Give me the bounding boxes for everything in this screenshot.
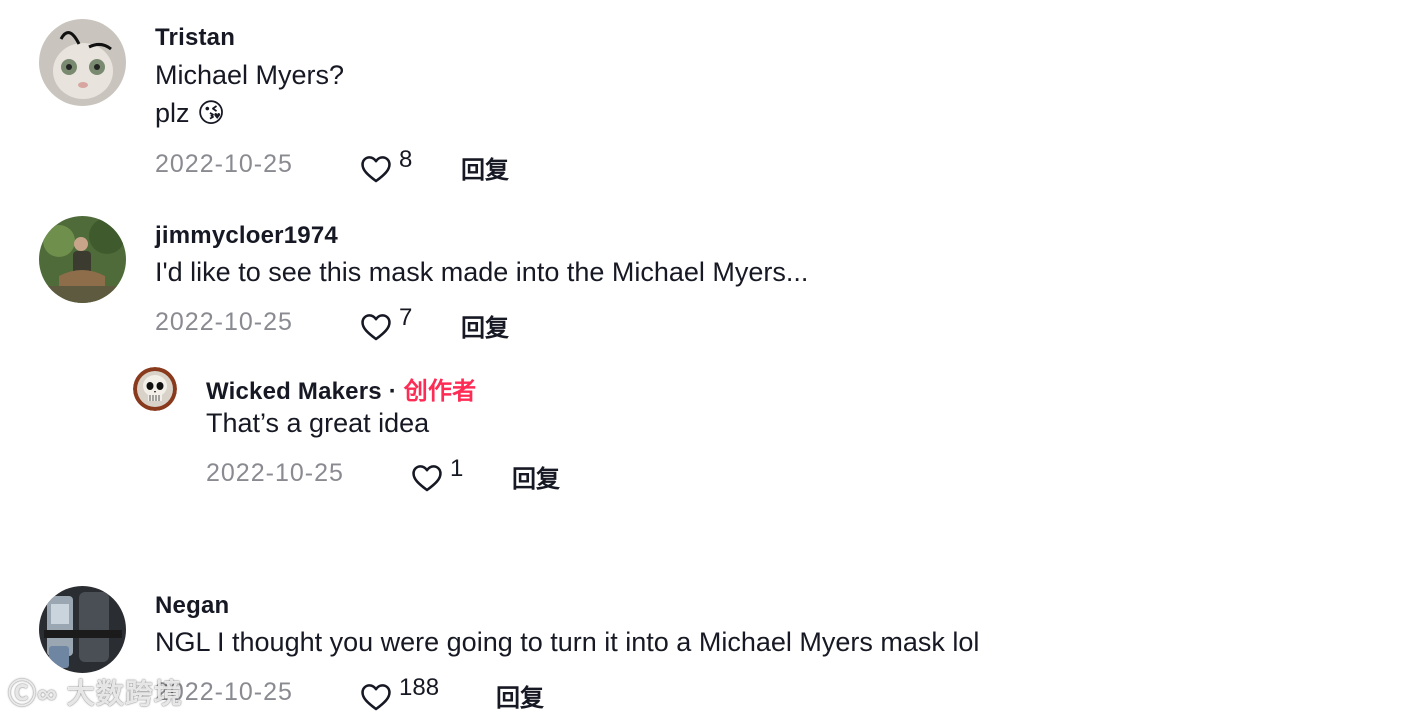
photo-avatar-icon bbox=[39, 586, 126, 673]
reply-date: 2022-10-25 bbox=[206, 459, 344, 487]
like-button[interactable]: 7 bbox=[359, 304, 412, 344]
watermark-text: 大数跨境 bbox=[66, 678, 183, 709]
comment-text-line: Michael Myers? bbox=[155, 60, 345, 90]
reply-button[interactable]: 回复 bbox=[461, 308, 509, 343]
reply-meta: 2022-10-25 1 回复 bbox=[206, 455, 806, 499]
like-count: 1 bbox=[450, 455, 464, 482]
heart-outline-icon bbox=[361, 156, 391, 183]
reply-username-line: Wicked Makers · 创作者 bbox=[206, 371, 476, 406]
reply-button[interactable]: 回复 bbox=[461, 150, 509, 185]
avatar[interactable] bbox=[39, 586, 126, 673]
like-count: 7 bbox=[399, 304, 413, 331]
comment-item: Tristan Michael Myers? plz 😘 2022-10-25 … bbox=[0, 0, 1422, 200]
watermark-logo-icon: Ⓒ∞ bbox=[8, 678, 58, 709]
reply-button[interactable]: 回复 bbox=[496, 678, 544, 713]
heart-outline-icon bbox=[361, 684, 391, 711]
hunter-avatar-icon bbox=[39, 216, 126, 303]
like-count: 8 bbox=[399, 146, 413, 173]
comment-meta: 2022-10-25 8 回复 bbox=[155, 146, 755, 190]
name-separator: · bbox=[388, 378, 397, 405]
comment-date: 2022-10-25 bbox=[155, 150, 293, 178]
like-count: 188 bbox=[399, 674, 440, 701]
comment-text-line: NGL I thought you were going to turn it … bbox=[155, 627, 980, 657]
heart-outline-icon bbox=[361, 314, 391, 341]
skull-avatar-icon bbox=[133, 367, 177, 411]
like-button[interactable]: 1 bbox=[410, 455, 463, 495]
watermark: Ⓒ∞ 大数跨境 bbox=[8, 672, 183, 712]
like-button[interactable]: 8 bbox=[359, 146, 412, 186]
reply-button[interactable]: 回复 bbox=[512, 459, 560, 494]
like-button[interactable]: 188 bbox=[359, 674, 439, 714]
comment-username[interactable]: Negan bbox=[155, 592, 229, 620]
avatar[interactable] bbox=[39, 19, 126, 106]
comment-text-line: I'd like to see this mask made into the … bbox=[155, 257, 809, 287]
comment-text-line: plz 😘 bbox=[155, 98, 226, 128]
comment-meta: 2022-10-25 188 回复 bbox=[155, 674, 755, 718]
reply-item: Wicked Makers · 创作者 That’s a great idea … bbox=[0, 360, 1422, 510]
avatar[interactable] bbox=[39, 216, 126, 303]
comment-date: 2022-10-25 bbox=[155, 308, 293, 336]
comment-item: jimmycloer1974 I'd like to see this mask… bbox=[0, 200, 1422, 360]
reply-text-line: That’s a great idea bbox=[206, 408, 430, 438]
comment-item: Negan NGL I thought you were going to tu… bbox=[0, 570, 1422, 720]
reply-username[interactable]: Wicked Makers bbox=[206, 378, 382, 405]
heart-outline-icon bbox=[412, 465, 442, 492]
comment-username[interactable]: jimmycloer1974 bbox=[155, 222, 338, 250]
comment-meta: 2022-10-25 7 回复 bbox=[155, 304, 755, 348]
creator-badge: 创作者 bbox=[403, 378, 477, 405]
avatar[interactable] bbox=[133, 367, 177, 411]
cat-avatar-icon bbox=[39, 19, 126, 106]
comment-username[interactable]: Tristan bbox=[155, 24, 235, 52]
